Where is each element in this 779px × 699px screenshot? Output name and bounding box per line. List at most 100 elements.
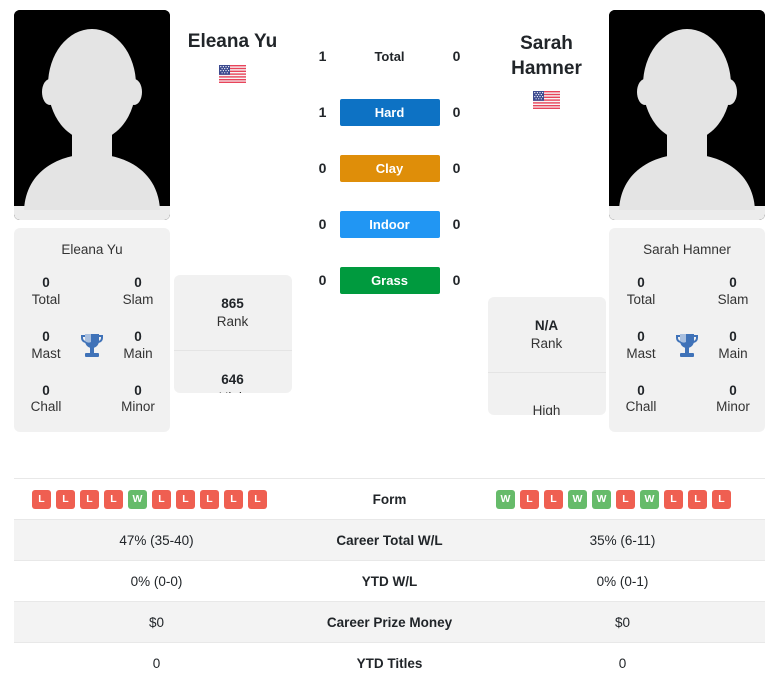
surface-badge-indoor[interactable]: Indoor xyxy=(339,210,440,238)
h2h-row-hard: 1 Hard 0 xyxy=(305,84,475,140)
comparison-stats-table: LLLLWLLLLL Form WLLWWLWLLL 47% (35-40) C… xyxy=(14,478,765,684)
stat-label: Slam xyxy=(717,291,749,307)
h2h-right-score: 0 xyxy=(452,272,461,288)
h2h-row-total: 1 Total 0 xyxy=(305,28,475,84)
form-badge-loss[interactable]: L xyxy=(80,489,99,509)
stat-value: 0 xyxy=(729,382,737,398)
form-badge-win[interactable]: W xyxy=(640,489,659,509)
right-titles-card: Sarah Hamner 0 Total 0 Slam 0 Mast 0 Mai… xyxy=(609,228,765,433)
table-row: 47% (35-40) Career Total W/L 35% (6-11) xyxy=(14,519,765,561)
form-badge-loss[interactable]: L xyxy=(32,489,51,509)
titles-stat-chall: 0 Chall xyxy=(20,383,72,417)
form-badge-loss[interactable]: L xyxy=(200,489,219,509)
stat-value: 0 xyxy=(134,328,142,344)
right-name-block: Sarah Hamner xyxy=(484,10,609,135)
center-wrap: Eleana Yu 865 Rank 646 1 Total 0 1 Hard … xyxy=(170,10,609,415)
form-badge-win[interactable]: W xyxy=(128,489,147,509)
h2h-row-indoor: 0 Indoor 0 xyxy=(305,196,475,252)
row-label: Career Prize Money xyxy=(326,614,453,630)
h2h-right-score: 0 xyxy=(452,48,461,64)
form-badge-win[interactable]: W xyxy=(568,489,587,509)
form-badge-win[interactable]: W xyxy=(592,489,611,509)
us-flag-icon xyxy=(533,91,560,110)
right-player-name-line1: Sarah xyxy=(520,33,573,54)
form-badge-loss[interactable]: L xyxy=(520,489,539,509)
stat-value: 0 xyxy=(729,328,737,344)
form-badge-loss[interactable]: L xyxy=(56,489,75,509)
h2h-left-score: 1 xyxy=(318,104,327,120)
info-label: High xyxy=(219,389,247,394)
titles-stat-slam: 0 Slam xyxy=(707,275,759,309)
left-value: 0% (0-0) xyxy=(130,573,183,589)
person-silhouette-icon xyxy=(14,10,170,220)
form-badge-loss[interactable]: L xyxy=(104,489,123,509)
table-row: $0 Career Prize Money $0 xyxy=(14,601,765,643)
trophy-icon xyxy=(72,332,112,360)
right-value: $0 xyxy=(614,614,631,630)
info-value: 646 xyxy=(221,371,244,387)
row-label: YTD W/L xyxy=(361,573,418,589)
h2h-left-score: 0 xyxy=(318,160,327,176)
comparison-header: Eleana Yu 0 Total 0 Slam 0 Mast 0 Main 0… xyxy=(0,0,779,470)
left-player-avatar xyxy=(14,10,170,220)
left-form-strip: LLLLWLLLLL xyxy=(14,489,299,509)
stat-label: Minor xyxy=(121,399,155,415)
row-label-form: Form xyxy=(372,491,407,507)
info-label: High xyxy=(532,402,561,415)
table-row-form: LLLLWLLLLL Form WLLWWLWLLL xyxy=(14,478,765,520)
form-badge-loss[interactable]: L xyxy=(688,489,707,509)
stat-label: Total xyxy=(626,291,656,307)
stat-value: 0 xyxy=(637,275,645,290)
stat-label: Main xyxy=(123,345,153,361)
form-badge-win[interactable]: W xyxy=(496,489,515,509)
left-titles-card: Eleana Yu 0 Total 0 Slam 0 Mast 0 Main 0… xyxy=(14,228,170,433)
h2h-right-score: 0 xyxy=(452,160,461,176)
h2h-row-grass: 0 Grass 0 xyxy=(305,252,475,308)
left-value: 47% (35-40) xyxy=(119,532,194,548)
form-badge-loss[interactable]: L xyxy=(248,489,267,509)
trophy-icon-glyph xyxy=(676,333,698,357)
left-titles-grid: 0 Total 0 Slam 0 Mast 0 Main 0 Chall 0 M… xyxy=(20,275,164,416)
surface-badge-clay[interactable]: Clay xyxy=(339,154,440,182)
right-form-strip: WLLWWLWLLL xyxy=(480,489,765,509)
right-info-rank: N/A Rank xyxy=(487,297,606,373)
stat-label: Slam xyxy=(122,291,154,307)
right-player-name-line2: Hamner xyxy=(511,57,582,79)
form-badge-loss[interactable]: L xyxy=(616,489,635,509)
left-info-card: 865 Rank 646 High 19 Age xyxy=(173,275,292,393)
titles-stat-mast: 0 Mast xyxy=(20,329,72,363)
form-cell-right: WLLWWLWLLL xyxy=(480,479,765,520)
surface-badge-grass[interactable]: Grass xyxy=(339,266,440,294)
form-badge-loss[interactable]: L xyxy=(712,489,731,509)
form-badge-loss[interactable]: L xyxy=(664,489,683,509)
stat-label: Chall xyxy=(30,399,62,415)
stat-value: 0 xyxy=(42,382,50,398)
left-info-high: 646 High xyxy=(174,351,292,393)
stat-value: 0 xyxy=(134,275,142,290)
table-row: 0% (0-0) YTD W/L 0% (0-1) xyxy=(14,560,765,602)
stat-value: 0 xyxy=(134,382,142,398)
info-label: Rank xyxy=(530,335,563,351)
form-badge-loss[interactable]: L xyxy=(544,489,563,509)
head-to-head-block: 1 Total 0 1 Hard 0 0 Clay 0 0 Indoor 0 0… xyxy=(295,10,484,308)
right-info-high: High xyxy=(488,373,606,415)
form-badge-loss[interactable]: L xyxy=(152,489,171,509)
left-value: 0 xyxy=(152,655,161,671)
row-label: YTD Titles xyxy=(356,655,423,671)
surface-badge-hard[interactable]: Hard xyxy=(339,98,440,126)
trophy-icon-glyph xyxy=(81,333,103,357)
titles-stat-main: 0 Main xyxy=(112,329,164,363)
stat-label: Total xyxy=(31,291,61,307)
right-titles-grid: 0 Total 0 Slam 0 Mast 0 Main 0 Chall 0 M… xyxy=(615,275,759,416)
titles-stat-slam: 0 Slam xyxy=(112,275,164,309)
form-badge-loss[interactable]: L xyxy=(176,489,195,509)
left-player-column: Eleana Yu 0 Total 0 Slam 0 Mast 0 Main 0… xyxy=(14,10,170,433)
titles-stat-chall: 0 Chall xyxy=(615,383,667,417)
left-info-rank: 865 Rank xyxy=(173,275,292,351)
stat-label: Minor xyxy=(716,399,750,415)
stat-value: 0 xyxy=(42,328,50,344)
right-titles-player-name: Sarah Hamner xyxy=(643,242,731,257)
form-badge-loss[interactable]: L xyxy=(224,489,243,509)
left-name-and-info: Eleana Yu 865 Rank 646 xyxy=(170,10,295,393)
right-value: 0% (0-1) xyxy=(596,573,649,589)
